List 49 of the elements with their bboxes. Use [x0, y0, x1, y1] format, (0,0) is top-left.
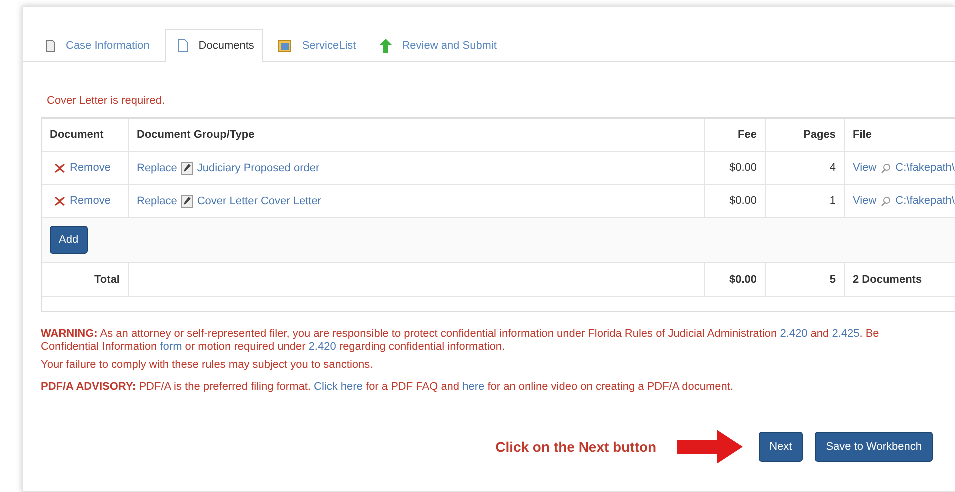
replace-link[interactable]: Replace: [137, 194, 178, 207]
pointer-arrow-icon: [676, 430, 743, 464]
add-button[interactable]: Add: [50, 226, 88, 254]
view-link[interactable]: View: [853, 162, 877, 174]
next-button[interactable]: Next: [758, 432, 804, 462]
magnifier-icon: [880, 162, 892, 174]
remove-link[interactable]: Remove: [70, 195, 111, 207]
advisory-text: PDF/A ADVISORY: PDF/A is the preferred filing format. Click here for a PDF FAQ and here for an online video on creating a PDF/A document.: [41, 381, 735, 394]
table-cell: 4: [766, 152, 844, 184]
view-link[interactable]: View: [853, 195, 877, 207]
text-link[interactable]: form: [160, 341, 182, 353]
column-header: Document: [42, 119, 128, 152]
text-link[interactable]: 2.420: [308, 341, 336, 353]
column-header: File: [844, 119, 955, 152]
edit-icon: [181, 162, 194, 174]
table-cell: $0.00: [704, 262, 766, 296]
tab[interactable]: Case Information: [37, 29, 159, 62]
file-path-link[interactable]: C:\fakepath\: [896, 195, 955, 207]
tab[interactable]: ServiceList: [269, 29, 366, 62]
tab[interactable]: Documents: [164, 29, 264, 62]
edit-icon: [181, 194, 194, 208]
tab[interactable]: Review and Submit: [371, 29, 506, 62]
up-arrow-icon: [380, 39, 392, 53]
error-message: Cover Letter is required.: [47, 95, 166, 107]
text-link[interactable]: here: [462, 381, 485, 393]
text-link[interactable]: 2.425: [832, 328, 860, 340]
magnifier-icon: [880, 196, 892, 207]
document-icon: [178, 39, 189, 53]
column-header: Fee: [704, 119, 766, 152]
sanctions-text: Your failure to comply with these rules may subject you to sanctions.: [41, 359, 374, 372]
document-type-link[interactable]: Cover Letter Cover Letter: [197, 194, 322, 207]
text-link[interactable]: 2.420: [780, 328, 808, 340]
warning-text: WARNING: As an attorney or self-represented filer, you are responsible to protect confidential information under Florida Rules of Judicial Administration 2.420 and 2.425. Be Confidential Information form or motion required under 2.420 regarding confidential information.: [41, 328, 880, 354]
table-cell: 2 Documents: [844, 262, 955, 296]
text-link[interactable]: Click here: [314, 381, 363, 393]
document-type-link[interactable]: Judiciary Proposed order: [197, 162, 320, 174]
document-icon: [46, 40, 56, 52]
file-path-link[interactable]: C:\fakepath\: [896, 162, 955, 174]
table-cell: $0.00: [704, 152, 766, 184]
column-header: Pages: [766, 119, 844, 152]
remove-link[interactable]: Remove: [70, 162, 111, 174]
remove-icon: [54, 196, 66, 207]
remove-icon: [54, 162, 66, 174]
save-button[interactable]: Save to Workbench: [815, 432, 933, 462]
table-cell: Total: [42, 262, 128, 296]
callout-text: Click on the Next button: [496, 439, 657, 455]
table-cell: 5: [766, 262, 844, 296]
replace-link[interactable]: Replace: [137, 162, 178, 174]
column-header: Document Group/Type: [128, 119, 704, 152]
